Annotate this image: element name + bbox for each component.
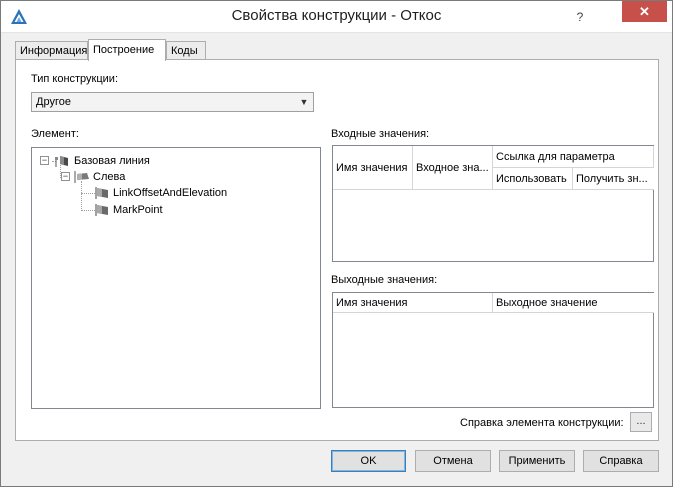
dialog-window: Свойства конструкции - Откос ? ✕ Информа… xyxy=(0,0,673,487)
input-values-label: Входные значения: xyxy=(331,128,430,140)
tree-item-link-offset[interactable]: LinkOffsetAndElevation xyxy=(113,186,227,200)
column-header-input-value[interactable]: Входное зна... xyxy=(413,146,493,190)
flag-icon xyxy=(95,187,108,199)
column-header-use[interactable]: Использовать xyxy=(493,168,573,190)
output-values-label: Выходные значения: xyxy=(331,274,438,286)
collapse-toggle-baseline[interactable]: − xyxy=(40,156,49,165)
side-icon xyxy=(74,171,89,183)
ok-button[interactable]: OK xyxy=(331,450,406,472)
element-tree[interactable]: − Базовая линия − Слева LinkOffsetAndEle… xyxy=(31,147,321,409)
collapse-toggle-left[interactable]: − xyxy=(61,172,70,181)
chevron-down-icon[interactable]: ▼ xyxy=(298,93,310,111)
input-values-grid[interactable]: Имя значения Входное зна... Ссылка для п… xyxy=(332,145,654,262)
element-label: Элемент: xyxy=(31,128,79,140)
flag-icon xyxy=(95,204,108,216)
column-header-value-name[interactable]: Имя значения xyxy=(333,146,413,190)
tab-panel-construction: Тип конструкции: Другое ▼ Элемент: − Баз… xyxy=(15,59,659,441)
element-help-label: Справка элемента конструкции: xyxy=(460,417,624,429)
apply-button[interactable]: Применить xyxy=(499,450,575,472)
tree-connector xyxy=(81,193,95,194)
column-header-get-value[interactable]: Получить зн... xyxy=(573,168,654,190)
tab-info[interactable]: Информация xyxy=(15,41,88,60)
cancel-button[interactable]: Отмена xyxy=(415,450,491,472)
tree-item-left[interactable]: Слева xyxy=(93,170,125,184)
tree-item-markpoint[interactable]: MarkPoint xyxy=(113,203,163,217)
output-values-grid[interactable]: Имя значения Выходное значение xyxy=(332,292,654,408)
column-header-param-ref: Ссылка для параметра xyxy=(493,146,654,168)
tab-construction[interactable]: Построение xyxy=(88,39,166,61)
construction-type-value: Другое xyxy=(36,96,71,108)
construction-type-select[interactable]: Другое ▼ xyxy=(31,92,314,112)
tree-connector xyxy=(81,181,82,211)
tree-connector xyxy=(81,210,95,211)
baseline-icon xyxy=(55,156,68,167)
column-header-output-value[interactable]: Выходное значение xyxy=(493,293,654,313)
help-titlebar-button[interactable]: ? xyxy=(567,7,593,27)
column-header-value-name[interactable]: Имя значения xyxy=(333,293,493,313)
title-bar[interactable]: Свойства конструкции - Откос ? ✕ xyxy=(1,1,672,33)
help-button[interactable]: Справка xyxy=(583,450,659,472)
tree-item-baseline[interactable]: Базовая линия xyxy=(74,154,150,168)
browse-help-button[interactable]: ... xyxy=(630,412,652,432)
construction-type-label: Тип конструкции: xyxy=(31,73,119,85)
close-button[interactable]: ✕ xyxy=(622,1,667,22)
tab-codes[interactable]: Коды xyxy=(166,41,206,60)
